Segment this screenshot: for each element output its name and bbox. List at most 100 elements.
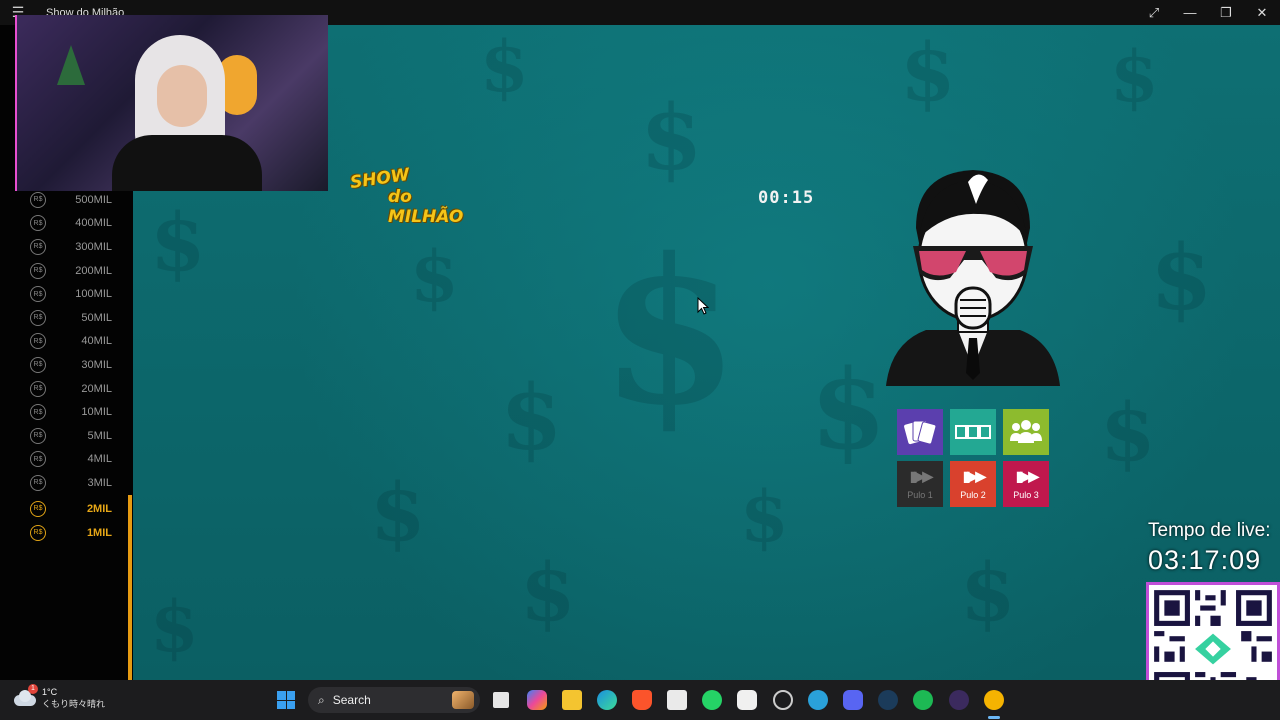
prize-row: R$ 400MIL [22,212,132,236]
webcam-overlay [15,15,328,191]
obs-icon[interactable] [949,690,969,710]
streamer-shirt [112,135,262,191]
telegram-icon[interactable] [808,690,828,710]
restore-icon[interactable]: ❐ [1208,0,1244,25]
coin-icon: R$ [30,238,46,255]
dollar-bg-icon: $ [640,85,703,191]
streamer-face [157,65,207,127]
search-icon: ⌕ [318,692,325,707]
dollar-bg-icon: $ [500,365,563,471]
coin-icon: R$ [30,474,46,491]
minimize-icon[interactable]: — [1172,0,1208,25]
windows-start-icon[interactable] [277,691,295,709]
weather-widget[interactable]: 1 1°C くもり時々晴れ [14,684,105,710]
capcut-icon[interactable] [737,690,757,710]
prize-row: R$ 300MIL [22,235,132,259]
dollar-bg-icon: $ [520,545,576,639]
lifeline-cards-button[interactable] [897,409,943,455]
skip-label: Pulo 3 [1013,490,1039,500]
skip-2-button[interactable]: ▮▶▶ Pulo 2 [950,461,996,507]
show-do-milhao-logo: SHOW do MILHÃO [346,163,466,227]
dollar-bg-icon: $ [1110,35,1159,118]
plaques-icon [955,425,991,439]
brave-icon[interactable] [632,690,652,710]
coin-icon: R$ [30,191,46,208]
file-explorer-icon[interactable] [562,690,582,710]
dollar-bg-icon: $ [150,585,199,668]
search-label: Search [332,693,371,707]
prize-amount: 40MIL [81,335,112,348]
prize-ladder: R$ 500MIL R$ 400MIL R$ 300MIL R$ 200MIL R$ 10… [22,188,132,544]
taskbar-search[interactable]: ⌕ Search [308,687,480,713]
skip-3-button[interactable]: ▮▶▶ Pulo 3 [1003,461,1049,507]
prize-amount: 30MIL [81,358,112,371]
prize-row-reached: R$ 1MIL [22,521,132,545]
close-icon[interactable]: ✕ [1244,0,1280,25]
prize-row: R$ 40MIL [22,330,132,354]
expand-icon[interactable]: ⤢ [1136,0,1172,25]
live-time-label: Tempo de live: [1148,520,1271,541]
prize-row: R$ 500MIL [22,188,132,212]
logo-line2: do MILHÃO [388,187,464,227]
steam-icon[interactable] [878,690,898,710]
question-timer: 00:15 [758,188,815,208]
weather-text: 1°C くもり時々晴れ [42,686,105,710]
window-controls: ⤢ — ❐ ✕ [1136,0,1280,25]
prize-progress-bar [128,495,132,680]
task-view-icon[interactable] [493,692,509,708]
coin-icon: R$ [30,404,46,421]
weather-cloud-icon: 1 [14,684,38,706]
audience-icon [1010,420,1042,443]
skip-arrows-icon: ▮▶▶ [962,468,986,484]
coin-icon: R$ [30,356,46,373]
spotify-icon[interactable] [913,690,933,710]
prize-amount: 400MIL [75,217,112,230]
dollar-bg-icon: $ [900,25,956,119]
prize-row: R$ 50MIL [22,306,132,330]
chatgpt-icon[interactable] [773,690,793,710]
lifeline-plaques-button[interactable] [950,409,996,455]
skip-1-button[interactable]: ▮▶▶ Pulo 1 [897,461,943,507]
coin-icon: R$ [30,380,46,397]
prize-row: R$ 5MIL [22,424,132,448]
active-app-indicator [988,716,1000,719]
prize-amount: 3MIL [87,476,112,489]
copilot-icon[interactable] [527,690,547,710]
coin-icon: R$ [30,215,46,232]
dollar-bg-icon: $ [410,235,459,318]
prize-row: R$ 10MIL [22,400,132,424]
prize-amount: 10MIL [81,406,112,419]
skip-label: Pulo 1 [907,490,933,500]
show-do-milhao-app-icon[interactable] [984,690,1004,710]
weather-temp: 1°C [42,687,58,697]
weather-desc: くもり時々晴れ [42,699,106,709]
cards-icon [904,420,937,445]
coin-icon: R$ [30,286,46,303]
prize-row: R$ 20MIL [22,377,132,401]
christmas-tree-icon [57,45,85,85]
dollar-bg-icon: $ [960,545,1016,639]
prize-amount: 100MIL [75,288,112,301]
prize-row-reached: R$ 2MIL [22,497,132,521]
whatsapp-icon[interactable] [702,690,722,710]
dollar-bg-icon: $ [810,345,887,474]
prize-row: R$ 200MIL [22,259,132,283]
prize-amount: 500MIL [75,193,112,206]
coin-icon: R$ [30,427,46,444]
discord-icon[interactable] [843,690,863,710]
microsoft-store-icon[interactable] [667,690,687,710]
prize-amount: 50MIL [81,311,112,324]
prize-row: R$ 100MIL [22,282,132,306]
lifeline-audience-button[interactable] [1003,409,1049,455]
coin-icon: R$ [30,333,46,350]
skip-arrows-icon: ▮▶▶ [909,468,933,484]
coin-icon: R$ [30,500,46,517]
prize-amount: 1MIL [86,526,112,539]
coin-icon: R$ [30,451,46,468]
dollar-bg-icon: $ [370,465,426,559]
weather-badge: 1 [28,684,38,694]
host-avatar [886,170,1060,386]
dollar-bg-icon: $ [150,195,206,289]
edge-icon[interactable] [597,690,617,710]
dollar-bg-icon: $ [1150,225,1213,331]
